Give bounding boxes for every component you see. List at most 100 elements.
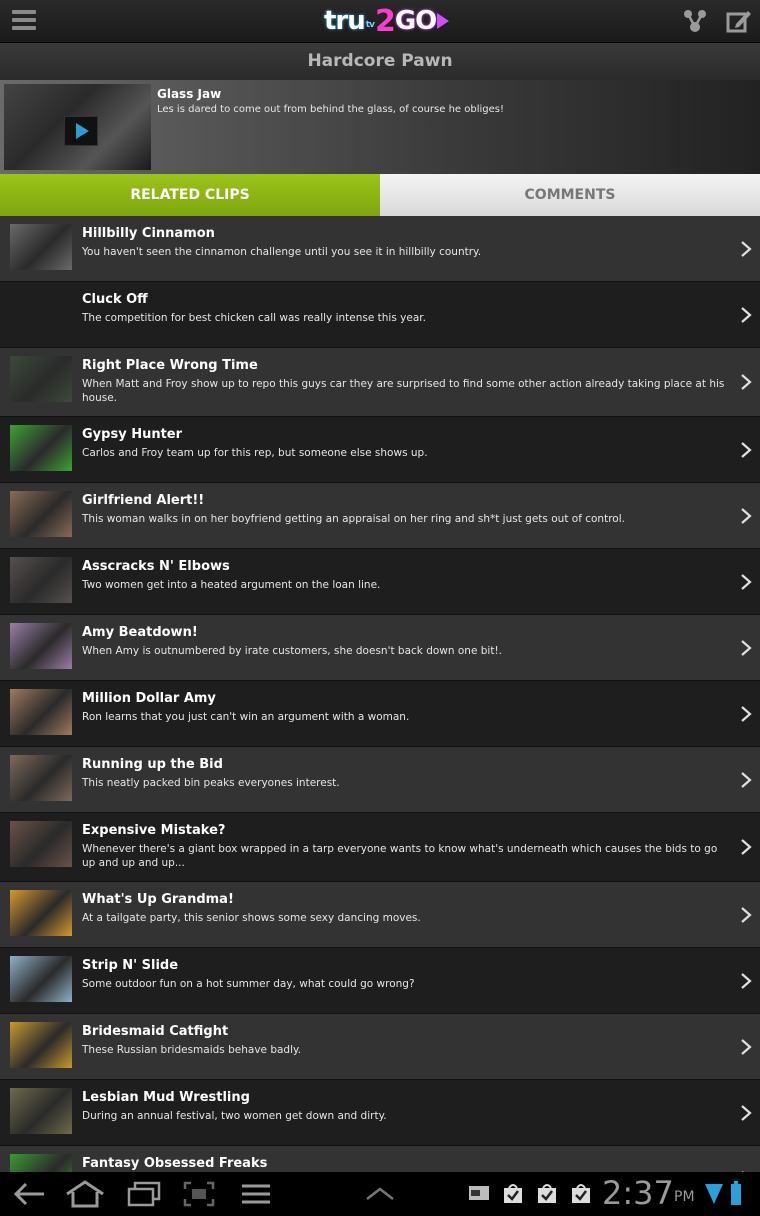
clip-thumbnail[interactable] xyxy=(10,356,72,402)
chevron-right-icon[interactable] xyxy=(740,441,752,459)
logo-tv: tv xyxy=(365,20,375,30)
menu-lines-icon[interactable] xyxy=(240,1180,272,1208)
app-bar: tru tv 2 GO xyxy=(0,0,760,43)
clip-thumbnail[interactable] xyxy=(10,755,72,801)
chevron-right-icon[interactable] xyxy=(740,771,752,789)
notification-card-icon xyxy=(469,1186,489,1200)
clip-description: During an annual festival, two women get… xyxy=(82,1110,387,1122)
clip-row[interactable]: Expensive Mistake? Whenever there's a gia… xyxy=(0,813,760,882)
battery-icon xyxy=(731,1181,741,1205)
chevron-up-icon[interactable] xyxy=(364,1186,396,1202)
chevron-right-icon[interactable] xyxy=(740,306,752,324)
chevron-right-icon[interactable] xyxy=(740,639,752,657)
clip-title: Running up the Bid xyxy=(82,757,223,772)
recent-apps-icon[interactable] xyxy=(126,1180,162,1208)
chevron-right-icon[interactable] xyxy=(740,838,752,856)
chevron-right-icon[interactable] xyxy=(740,972,752,990)
clip-title: Million Dollar Amy xyxy=(82,691,216,706)
chevron-right-icon[interactable] xyxy=(740,1104,752,1122)
download-complete-icon-2 xyxy=(538,1184,556,1203)
chevron-right-icon[interactable] xyxy=(740,573,752,591)
clip-row[interactable]: Cluck Off The competition for best chicke… xyxy=(0,282,760,348)
edit-icon[interactable] xyxy=(726,8,752,34)
clip-title: Strip N' Slide xyxy=(82,958,179,973)
clip-row[interactable]: What's Up Grandma! At a tailgate party, t… xyxy=(0,882,760,948)
clip-title: Right Place Wrong Time xyxy=(82,358,258,373)
clip-thumbnail[interactable] xyxy=(10,956,72,1002)
clip-title: Girlfriend Alert!! xyxy=(82,493,205,508)
clip-row[interactable]: Bridesmaid Catfight These Russian bridesm… xyxy=(0,1014,760,1080)
play-icon[interactable] xyxy=(64,116,98,146)
trutv-2go-logo: tru tv 2 GO xyxy=(324,3,450,39)
download-complete-icon xyxy=(504,1184,522,1203)
status-ampm: PM xyxy=(674,1189,695,1205)
clip-thumbnail[interactable] xyxy=(10,425,72,471)
clip-description: This woman walks in on her boyfriend get… xyxy=(82,513,625,525)
featured-description: Les is dared to come out from behind the… xyxy=(157,104,504,115)
clip-title: Fantasy Obsessed Freaks xyxy=(82,1156,268,1171)
home-icon[interactable] xyxy=(64,1180,106,1208)
clip-title: Hillbilly Cinnamon xyxy=(82,226,215,241)
chevron-right-icon[interactable] xyxy=(740,906,752,924)
clip-thumbnail[interactable] xyxy=(10,1022,72,1068)
tab-related-clips[interactable]: RELATED CLIPS xyxy=(0,174,380,216)
clip-description: This neatly packed bin peaks everyones i… xyxy=(82,777,340,789)
clip-thumbnail[interactable] xyxy=(10,557,72,603)
chevron-right-icon[interactable] xyxy=(740,1038,752,1056)
clip-title: Asscracks N' Elbows xyxy=(82,559,230,574)
clip-description: Some outdoor fun on a hot summer day, wh… xyxy=(82,978,415,990)
clip-thumbnail[interactable] xyxy=(10,224,72,270)
clip-row[interactable]: Asscracks N' Elbows Two women get into a … xyxy=(0,549,760,615)
related-clips-list: Hillbilly Cinnamon You haven't seen the c… xyxy=(0,216,760,1172)
featured-title: Glass Jaw xyxy=(157,87,222,101)
clip-row[interactable]: Right Place Wrong Time When Matt and Froy… xyxy=(0,348,760,417)
clip-description: You haven't seen the cinnamon challenge … xyxy=(82,246,482,258)
chevron-right-icon[interactable] xyxy=(740,240,752,258)
clip-row[interactable]: Girlfriend Alert!! This woman walks in on… xyxy=(0,483,760,549)
clip-thumbnail[interactable] xyxy=(10,1088,72,1134)
featured-clip[interactable]: Glass Jaw Les is dared to come out from … xyxy=(0,80,760,174)
tab-comments[interactable]: COMMENTS xyxy=(380,174,760,216)
clip-thumbnail[interactable] xyxy=(10,890,72,936)
wifi-icon xyxy=(705,1184,723,1204)
menu-icon[interactable] xyxy=(12,10,36,32)
clip-row[interactable]: Hillbilly Cinnamon You haven't seen the c… xyxy=(0,216,760,282)
clip-row[interactable]: Strip N' Slide Some outdoor fun on a hot … xyxy=(0,948,760,1014)
clip-thumbnail[interactable] xyxy=(10,689,72,735)
clip-description: These Russian bridesmaids behave badly. xyxy=(82,1044,302,1056)
clip-thumbnail[interactable] xyxy=(10,821,72,867)
clip-row[interactable]: Lesbian Mud Wrestling During an annual fe… xyxy=(0,1080,760,1146)
logo-tru: tru xyxy=(324,6,366,36)
clip-title: Lesbian Mud Wrestling xyxy=(82,1090,250,1105)
share-icon[interactable] xyxy=(682,8,708,34)
tab-bar: RELATED CLIPS COMMENTS xyxy=(0,174,760,216)
clip-thumbnail[interactable] xyxy=(10,623,72,669)
clip-description: Whenever there's a giant box wrapped in … xyxy=(82,843,718,869)
logo-two: 2 xyxy=(374,3,396,39)
clip-description: When Matt and Froy show up to repo this … xyxy=(82,378,725,404)
logo-go: GO xyxy=(394,6,437,36)
status-clock: 2:37 xyxy=(602,1174,674,1212)
download-complete-icon-3 xyxy=(572,1184,590,1203)
clip-thumbnail[interactable] xyxy=(10,491,72,537)
chevron-right-icon[interactable] xyxy=(740,705,752,723)
featured-thumbnail[interactable] xyxy=(4,84,151,170)
chevron-right-icon[interactable] xyxy=(740,507,752,525)
chevron-right-icon[interactable] xyxy=(740,373,752,391)
clip-thumbnail[interactable] xyxy=(10,1154,72,1172)
clip-description: At a tailgate party, this senior shows s… xyxy=(82,912,421,924)
clip-title: Bridesmaid Catfight xyxy=(82,1024,229,1039)
clip-title: Expensive Mistake? xyxy=(82,823,226,838)
clip-row[interactable]: Amy Beatdown! When Amy is outnumbered by … xyxy=(0,615,760,681)
screenshot-icon[interactable] xyxy=(182,1180,216,1208)
clip-row[interactable]: Fantasy Obsessed Freaks xyxy=(0,1146,760,1172)
clip-row[interactable]: Running up the Bid This neatly packed bin… xyxy=(0,747,760,813)
clip-row[interactable]: Million Dollar Amy Ron learns that you ju… xyxy=(0,681,760,747)
clip-row[interactable]: Gypsy Hunter Carlos and Froy team up for … xyxy=(0,417,760,483)
show-title: Hardcore Pawn xyxy=(0,43,760,80)
clip-title: Gypsy Hunter xyxy=(82,427,183,442)
back-icon[interactable] xyxy=(12,1180,46,1208)
clip-description: When Amy is outnumbered by irate custome… xyxy=(82,645,502,657)
clip-description: Two women get into a heated argument on … xyxy=(82,579,381,591)
clip-description: Ron learns that you just can't win an ar… xyxy=(82,711,410,723)
